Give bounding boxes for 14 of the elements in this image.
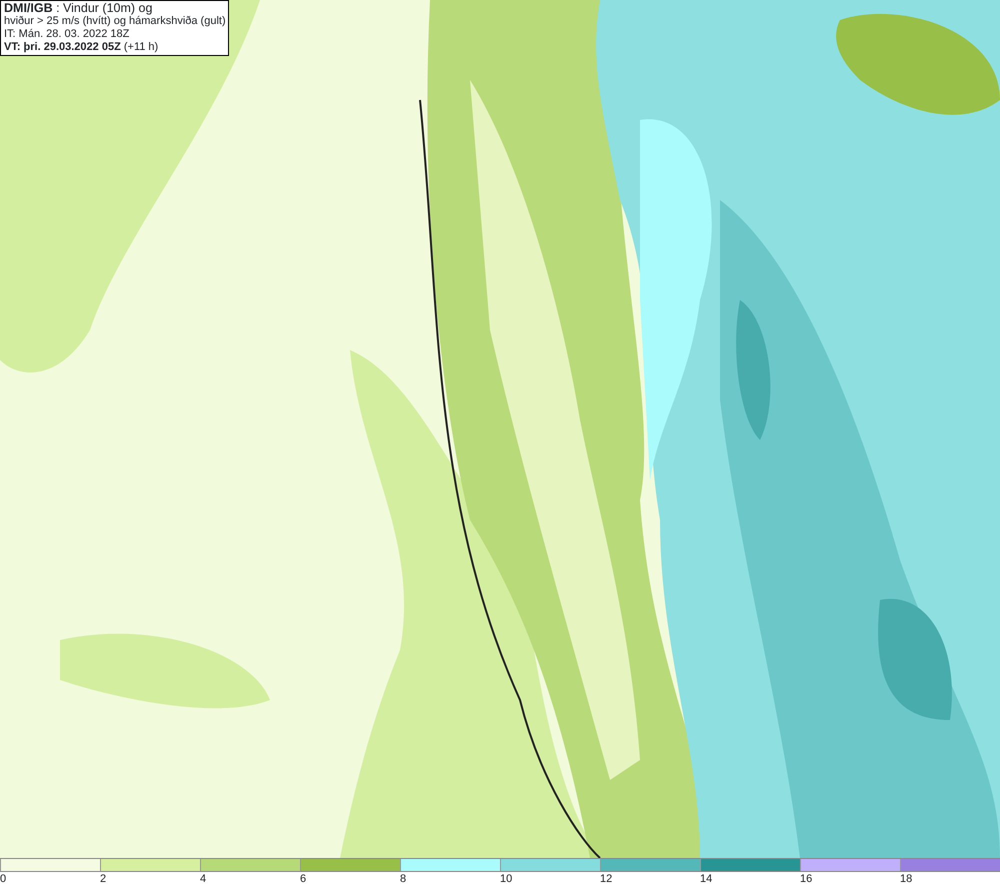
scale-label: 18 — [900, 873, 912, 885]
scale-label: 14 — [700, 873, 712, 885]
scale-label: 6 — [300, 873, 306, 885]
title-text: VT: þri. 29.03.2022 05Z (+11 h) — [4, 41, 160, 54]
scale-label: 0 — [0, 873, 6, 885]
title-text: DMI/IGB : Vindur (10m) og — [4, 2, 154, 15]
scale-label: 2 — [100, 873, 106, 885]
scale-label: 8 — [400, 873, 406, 885]
scale-label: 16 — [800, 873, 812, 885]
title-text: IT: Mán. 28. 03. 2022 18Z — [4, 28, 130, 41]
scale-label: 10 — [500, 873, 512, 885]
scale-label: 12 — [600, 873, 612, 885]
scale-label: 4 — [200, 873, 206, 885]
title-text: hviður > 25 m/s (hvítt) og hámarkshviða (gult) — [4, 15, 225, 28]
